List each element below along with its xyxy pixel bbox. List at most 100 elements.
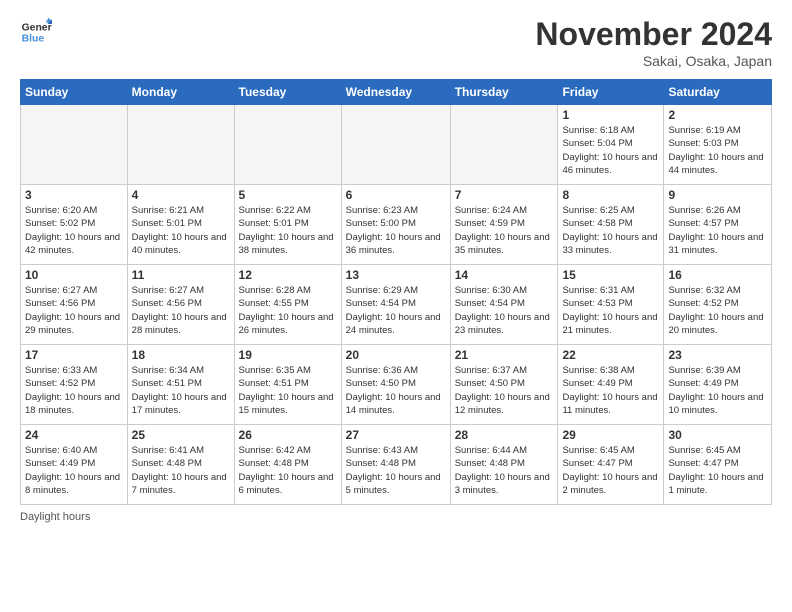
- day-info: Sunrise: 6:43 AM Sunset: 4:48 PM Dayligh…: [346, 444, 446, 497]
- day-number: 19: [239, 348, 337, 362]
- calendar-cell: 5 Sunrise: 6:22 AM Sunset: 5:01 PM Daylig…: [234, 185, 341, 265]
- day-number: 9: [668, 188, 767, 202]
- calendar-cell: 8Sunrise: 6:25 AM Sunset: 4:58 PM Daylig…: [558, 185, 664, 265]
- calendar-cell: 29 Sunrise: 6:45 AM Sunset: 4:47 PM Dayli…: [558, 425, 664, 505]
- svg-text:Blue: Blue: [22, 34, 45, 45]
- day-info: Sunrise: 6:21 AM Sunset: 5:01 PM Dayligh…: [132, 204, 230, 257]
- day-header-tuesday: Tuesday: [234, 80, 341, 105]
- calendar-cell: 21 Sunrise: 6:37 AM Sunset: 4:50 PM Dayli…: [450, 345, 558, 425]
- logo-icon: General Blue: [20, 16, 52, 48]
- calendar-cell: [450, 105, 558, 185]
- day-number: 23: [668, 348, 767, 362]
- day-number: 8: [562, 188, 659, 202]
- calendar-header-row: SundayMondayTuesdayWednesdayThursdayFrid…: [21, 80, 772, 105]
- calendar-cell: 14Sunrise: 6:30 AM Sunset: 4:54 PM Dayli…: [450, 265, 558, 345]
- day-info: Sunrise: 6:24 AM Sunset: 4:59 PM Dayligh…: [455, 204, 554, 257]
- title-block: November 2024 Sakai, Osaka, Japan: [535, 16, 772, 69]
- day-number: 28: [455, 428, 554, 442]
- day-info: Sunrise: 6:45 AM Sunset: 4:47 PM Dayligh…: [668, 444, 767, 497]
- calendar-cell: 3 Sunrise: 6:20 AM Sunset: 5:02 PM Daylig…: [21, 185, 128, 265]
- calendar-cell: 30 Sunrise: 6:45 AM Sunset: 4:47 PM Dayli…: [664, 425, 772, 505]
- day-number: 15: [562, 268, 659, 282]
- calendar-cell: 10 Sunrise: 6:27 AM Sunset: 4:56 PM Dayli…: [21, 265, 128, 345]
- day-number: 30: [668, 428, 767, 442]
- footer-note: Daylight hours: [20, 511, 772, 523]
- calendar-cell: 9 Sunrise: 6:26 AM Sunset: 4:57 PM Daylig…: [664, 185, 772, 265]
- calendar-cell: 26 Sunrise: 6:42 AM Sunset: 4:48 PM Dayli…: [234, 425, 341, 505]
- page: General Blue November 2024 Sakai, Osaka,…: [0, 0, 792, 612]
- day-number: 21: [455, 348, 554, 362]
- calendar-week-2: 3 Sunrise: 6:20 AM Sunset: 5:02 PM Daylig…: [21, 185, 772, 265]
- day-info: Sunrise: 6:19 AM Sunset: 5:03 PM Dayligh…: [668, 124, 767, 177]
- calendar-cell: 6Sunrise: 6:23 AM Sunset: 5:00 PM Daylig…: [341, 185, 450, 265]
- header: General Blue November 2024 Sakai, Osaka,…: [20, 16, 772, 69]
- day-info: Sunrise: 6:27 AM Sunset: 4:56 PM Dayligh…: [25, 284, 123, 337]
- calendar-cell: 20 Sunrise: 6:36 AM Sunset: 4:50 PM Dayli…: [341, 345, 450, 425]
- calendar-cell: [234, 105, 341, 185]
- day-info: Sunrise: 6:44 AM Sunset: 4:48 PM Dayligh…: [455, 444, 554, 497]
- day-number: 24: [25, 428, 123, 442]
- calendar-week-5: 24 Sunrise: 6:40 AM Sunset: 4:49 PM Dayli…: [21, 425, 772, 505]
- day-number: 12: [239, 268, 337, 282]
- calendar-week-1: 1Sunrise: 6:18 AM Sunset: 5:04 PM Daylig…: [21, 105, 772, 185]
- day-number: 10: [25, 268, 123, 282]
- day-info: Sunrise: 6:45 AM Sunset: 4:47 PM Dayligh…: [562, 444, 659, 497]
- day-number: 3: [25, 188, 123, 202]
- day-info: Sunrise: 6:34 AM Sunset: 4:51 PM Dayligh…: [132, 364, 230, 417]
- calendar-cell: 17 Sunrise: 6:33 AM Sunset: 4:52 PM Dayli…: [21, 345, 128, 425]
- day-header-thursday: Thursday: [450, 80, 558, 105]
- calendar-cell: 2Sunrise: 6:19 AM Sunset: 5:03 PM Daylig…: [664, 105, 772, 185]
- day-header-monday: Monday: [127, 80, 234, 105]
- day-info: Sunrise: 6:30 AM Sunset: 4:54 PM Dayligh…: [455, 284, 554, 337]
- day-number: 20: [346, 348, 446, 362]
- calendar-week-3: 10 Sunrise: 6:27 AM Sunset: 4:56 PM Dayli…: [21, 265, 772, 345]
- calendar-cell: 22 Sunrise: 6:38 AM Sunset: 4:49 PM Dayli…: [558, 345, 664, 425]
- day-info: Sunrise: 6:38 AM Sunset: 4:49 PM Dayligh…: [562, 364, 659, 417]
- day-info: Sunrise: 6:27 AM Sunset: 4:56 PM Dayligh…: [132, 284, 230, 337]
- calendar-table: SundayMondayTuesdayWednesdayThursdayFrid…: [20, 79, 772, 505]
- day-number: 17: [25, 348, 123, 362]
- day-number: 4: [132, 188, 230, 202]
- day-info: Sunrise: 6:29 AM Sunset: 4:54 PM Dayligh…: [346, 284, 446, 337]
- day-info: Sunrise: 6:33 AM Sunset: 4:52 PM Dayligh…: [25, 364, 123, 417]
- day-info: Sunrise: 6:37 AM Sunset: 4:50 PM Dayligh…: [455, 364, 554, 417]
- day-info: Sunrise: 6:39 AM Sunset: 4:49 PM Dayligh…: [668, 364, 767, 417]
- day-number: 1: [562, 108, 659, 122]
- day-info: Sunrise: 6:20 AM Sunset: 5:02 PM Dayligh…: [25, 204, 123, 257]
- day-number: 5: [239, 188, 337, 202]
- day-header-friday: Friday: [558, 80, 664, 105]
- day-info: Sunrise: 6:28 AM Sunset: 4:55 PM Dayligh…: [239, 284, 337, 337]
- day-header-saturday: Saturday: [664, 80, 772, 105]
- calendar-cell: 23 Sunrise: 6:39 AM Sunset: 4:49 PM Dayli…: [664, 345, 772, 425]
- day-number: 29: [562, 428, 659, 442]
- svg-text:General: General: [22, 22, 52, 33]
- calendar-cell: 4 Sunrise: 6:21 AM Sunset: 5:01 PM Daylig…: [127, 185, 234, 265]
- calendar-cell: 11Sunrise: 6:27 AM Sunset: 4:56 PM Dayli…: [127, 265, 234, 345]
- day-info: Sunrise: 6:36 AM Sunset: 4:50 PM Dayligh…: [346, 364, 446, 417]
- day-number: 26: [239, 428, 337, 442]
- day-number: 7: [455, 188, 554, 202]
- day-number: 18: [132, 348, 230, 362]
- day-info: Sunrise: 6:31 AM Sunset: 4:53 PM Dayligh…: [562, 284, 659, 337]
- day-info: Sunrise: 6:40 AM Sunset: 4:49 PM Dayligh…: [25, 444, 123, 497]
- day-number: 25: [132, 428, 230, 442]
- day-info: Sunrise: 6:35 AM Sunset: 4:51 PM Dayligh…: [239, 364, 337, 417]
- calendar-cell: 7 Sunrise: 6:24 AM Sunset: 4:59 PM Daylig…: [450, 185, 558, 265]
- day-header-sunday: Sunday: [21, 80, 128, 105]
- calendar-cell: 1Sunrise: 6:18 AM Sunset: 5:04 PM Daylig…: [558, 105, 664, 185]
- day-header-wednesday: Wednesday: [341, 80, 450, 105]
- day-info: Sunrise: 6:41 AM Sunset: 4:48 PM Dayligh…: [132, 444, 230, 497]
- day-info: Sunrise: 6:42 AM Sunset: 4:48 PM Dayligh…: [239, 444, 337, 497]
- calendar-cell: 28 Sunrise: 6:44 AM Sunset: 4:48 PM Dayli…: [450, 425, 558, 505]
- calendar-cell: 27 Sunrise: 6:43 AM Sunset: 4:48 PM Dayli…: [341, 425, 450, 505]
- calendar-cell: [341, 105, 450, 185]
- day-number: 6: [346, 188, 446, 202]
- day-info: Sunrise: 6:22 AM Sunset: 5:01 PM Dayligh…: [239, 204, 337, 257]
- day-number: 22: [562, 348, 659, 362]
- day-info: Sunrise: 6:26 AM Sunset: 4:57 PM Dayligh…: [668, 204, 767, 257]
- calendar-cell: 16Sunrise: 6:32 AM Sunset: 4:52 PM Dayli…: [664, 265, 772, 345]
- calendar-cell: 12 Sunrise: 6:28 AM Sunset: 4:55 PM Dayli…: [234, 265, 341, 345]
- day-number: 27: [346, 428, 446, 442]
- day-number: 13: [346, 268, 446, 282]
- calendar-cell: 13 Sunrise: 6:29 AM Sunset: 4:54 PM Dayli…: [341, 265, 450, 345]
